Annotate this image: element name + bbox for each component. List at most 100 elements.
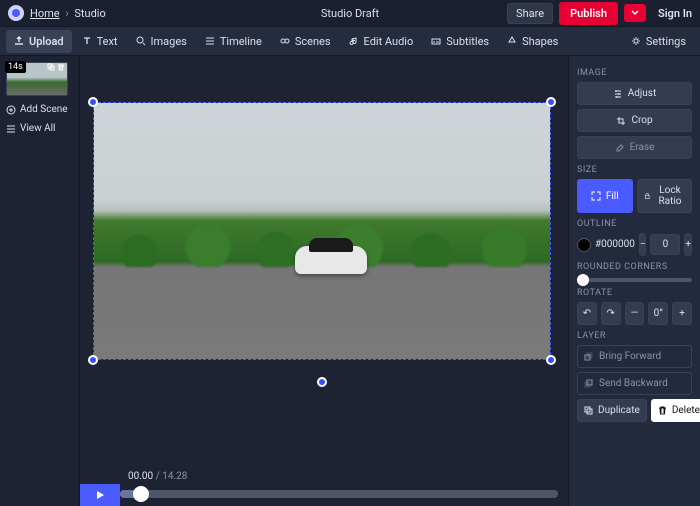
section-image: IMAGE (577, 68, 692, 78)
resize-handle-top-right[interactable] (546, 97, 556, 107)
bring-forward-label: Bring Forward (599, 351, 661, 362)
lock-ratio-label: Lock Ratio (655, 185, 685, 207)
bring-forward-button[interactable]: Bring Forward (577, 345, 692, 368)
audio-label: Edit Audio (364, 35, 414, 48)
subtitles-label: Subtitles (446, 35, 489, 48)
text-tool[interactable]: Text (74, 30, 126, 53)
rounded-slider[interactable] (577, 278, 692, 282)
main-area: 14s Add Scene View All 00.0 (0, 56, 700, 506)
backward-icon (584, 379, 594, 389)
time-display: 00.00 / 14.28 (128, 471, 187, 482)
delete-button[interactable]: Delete (651, 399, 700, 422)
shapes-tool[interactable]: Shapes (499, 30, 566, 53)
rotate-handle[interactable] (317, 377, 327, 387)
music-icon (349, 36, 359, 46)
breadcrumb-sep: › (65, 7, 68, 20)
section-rotate: ROTATE (577, 288, 692, 298)
document-title[interactable]: Studio Draft (321, 7, 379, 20)
lock-icon (644, 191, 650, 201)
delete-label: Delete (672, 405, 700, 416)
audio-tool[interactable]: Edit Audio (341, 30, 422, 53)
duplicate-button[interactable]: Duplicate (577, 399, 647, 422)
crop-button[interactable]: Crop (577, 109, 692, 132)
images-tool[interactable]: Images (128, 30, 195, 53)
settings-button[interactable]: Settings (623, 30, 694, 53)
rotate-cw-button[interactable]: ↷ (601, 302, 621, 325)
scene-thumbnail[interactable]: 14s (6, 62, 68, 96)
time-current: 00.00 (128, 471, 153, 482)
time-total: 14.28 (162, 471, 187, 482)
app-logo[interactable] (8, 5, 24, 21)
outline-plus-button[interactable]: + (684, 233, 692, 256)
sliders-icon (613, 89, 623, 99)
crop-icon (616, 116, 626, 126)
adjust-button[interactable]: Adjust (577, 82, 692, 105)
search-icon (136, 36, 146, 46)
erase-icon (615, 143, 625, 153)
rotate-plus-button[interactable]: + (672, 302, 692, 325)
canvas-area: 00.00 / 14.28 (80, 56, 568, 506)
rotate-ccw-button[interactable]: ↶ (577, 302, 597, 325)
subtitles-icon (431, 36, 441, 46)
outline-color-swatch[interactable] (577, 238, 591, 252)
plus-circle-icon (6, 105, 16, 115)
play-button[interactable] (80, 484, 120, 506)
breadcrumb: Home › Studio (30, 7, 106, 20)
erase-label: Erase (630, 142, 655, 153)
text-label: Text (97, 35, 118, 48)
share-button[interactable]: Share (507, 3, 553, 24)
duplicate-label: Duplicate (598, 405, 640, 416)
rotate-angle-input[interactable]: 0° (648, 302, 668, 325)
forward-icon (584, 352, 594, 362)
selected-image[interactable] (94, 103, 550, 359)
view-all-label: View All (20, 123, 55, 134)
properties-panel: IMAGE Adjust Crop Erase SIZE Fill Lock R… (568, 56, 700, 506)
expand-icon (591, 191, 601, 201)
images-label: Images (151, 35, 187, 48)
section-rounded: ROUNDED CORNERS (577, 262, 692, 272)
timeline-playhead[interactable] (133, 486, 149, 502)
rounded-slider-knob[interactable] (577, 274, 589, 286)
upload-icon (14, 36, 24, 46)
scenes-tool[interactable]: Scenes (272, 30, 339, 53)
logo-icon (11, 8, 21, 18)
timeline-bar: 00.00 / 14.28 (80, 462, 568, 506)
add-scene-button[interactable]: Add Scene (6, 104, 73, 115)
trash-icon[interactable] (57, 63, 65, 71)
upload-button[interactable]: Upload (6, 30, 72, 53)
outline-width-input[interactable]: 0 (650, 234, 680, 255)
scenes-panel: 14s Add Scene View All (0, 56, 80, 506)
erase-button[interactable]: Erase (577, 136, 692, 159)
image-content-car (295, 246, 367, 274)
section-size: SIZE (577, 165, 692, 175)
timeline-track[interactable] (120, 490, 558, 498)
timeline-label: Timeline (220, 35, 262, 48)
send-backward-button[interactable]: Send Backward (577, 372, 692, 395)
fill-button[interactable]: Fill (577, 179, 633, 213)
time-sep: / (156, 471, 160, 482)
resize-handle-bottom-left[interactable] (88, 355, 98, 365)
settings-label: Settings (646, 35, 686, 48)
timeline-tool[interactable]: Timeline (197, 30, 270, 53)
timeline-icon (205, 36, 215, 46)
crop-label: Crop (631, 115, 652, 126)
copy-icon[interactable] (47, 63, 55, 71)
subtitles-tool[interactable]: Subtitles (423, 30, 497, 53)
chevron-down-icon (631, 9, 639, 17)
fill-label: Fill (606, 191, 619, 202)
lock-ratio-button[interactable]: Lock Ratio (637, 179, 693, 213)
breadcrumb-home[interactable]: Home (30, 7, 60, 20)
outline-hex: #000000 (595, 239, 635, 250)
publish-button[interactable]: Publish (559, 2, 618, 25)
rotate-flip-button[interactable]: — (625, 302, 645, 325)
scene-thumb-icons (47, 63, 65, 71)
publish-dropdown-button[interactable] (624, 4, 646, 22)
outline-minus-button[interactable]: − (639, 233, 647, 256)
view-all-button[interactable]: View All (6, 123, 73, 134)
resize-handle-top-left[interactable] (88, 97, 98, 107)
adjust-label: Adjust (628, 88, 657, 99)
resize-handle-bottom-right[interactable] (546, 355, 556, 365)
sign-in-link[interactable]: Sign In (658, 7, 692, 20)
add-scene-label: Add Scene (20, 104, 68, 115)
section-outline: OUTLINE (577, 219, 692, 229)
